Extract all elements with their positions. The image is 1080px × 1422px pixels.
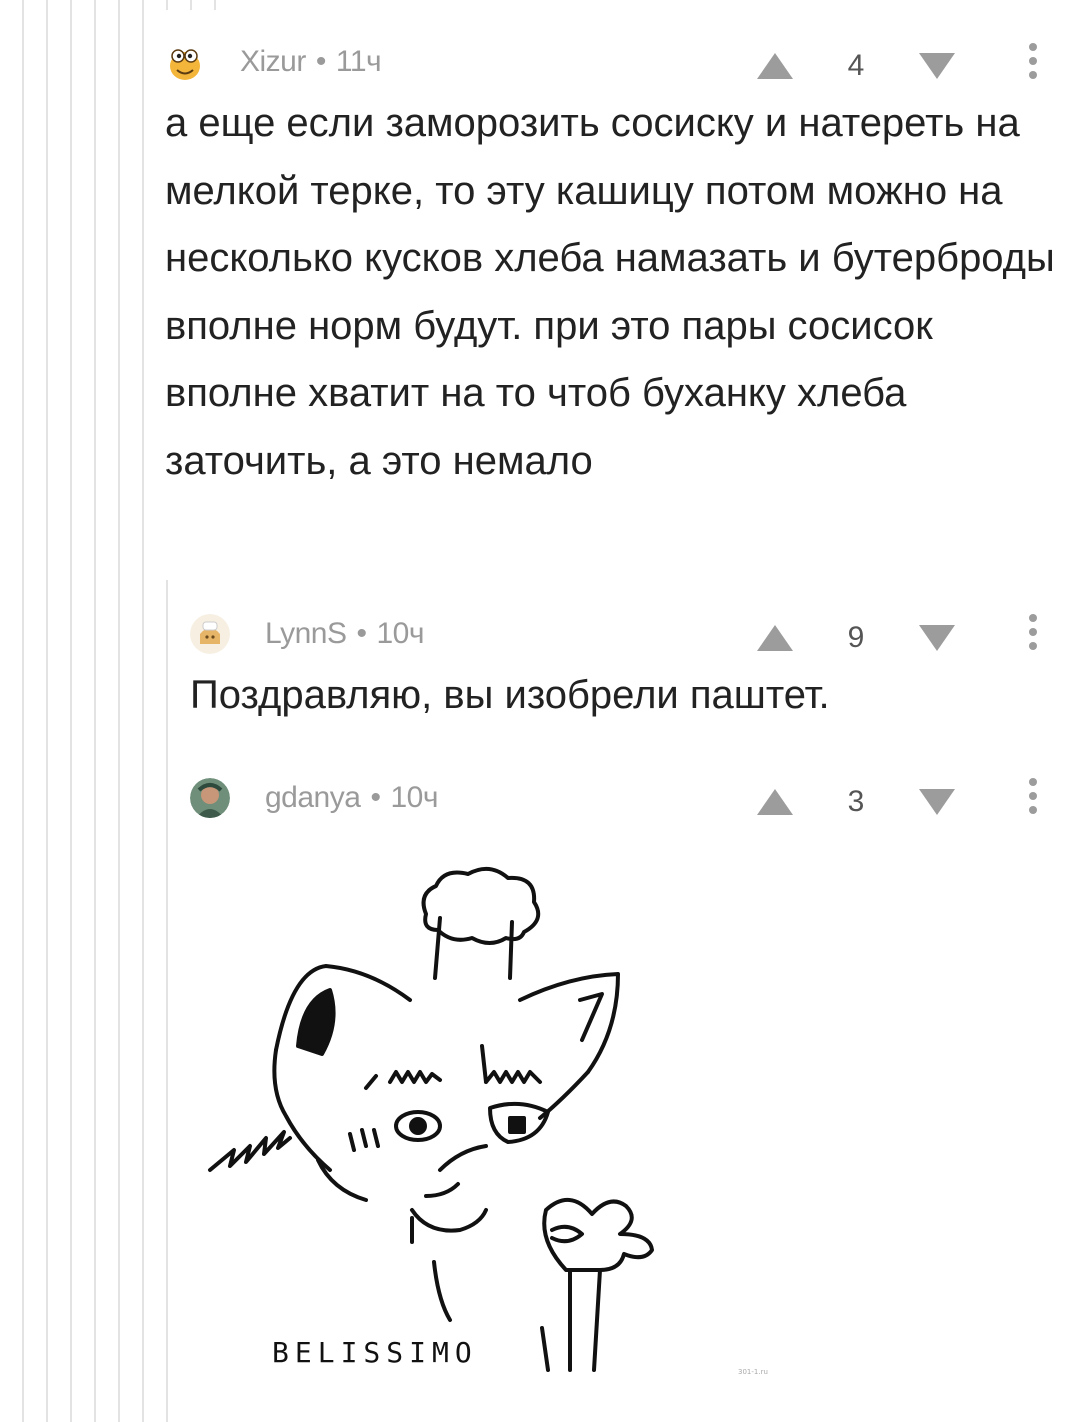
user-avatar[interactable]: [190, 778, 230, 818]
author-meta: LynnS • 10ч: [265, 617, 424, 651]
author-meta: gdanya • 10ч: [265, 781, 438, 815]
more-vertical-icon[interactable]: [1029, 43, 1037, 79]
thread-line: [166, 0, 168, 10]
meta-separator: •: [356, 617, 367, 650]
comment-header: gdanya • 10ч: [190, 774, 438, 822]
thread-line: [22, 0, 24, 1422]
user-avatar[interactable]: [190, 614, 230, 654]
user-avatar[interactable]: [165, 42, 205, 82]
thread-line: [166, 580, 168, 1422]
comment-time: 10ч: [390, 781, 438, 814]
author-meta: Xizur • 11ч: [240, 45, 382, 79]
vote-controls: 3: [757, 785, 955, 819]
comment-text: а еще если заморозить сосиску и натереть…: [165, 101, 1055, 483]
vote-score: 3: [847, 785, 865, 818]
image-caption: BELISSIMO: [272, 1336, 478, 1369]
more-vertical-icon[interactable]: [1029, 778, 1037, 814]
thread-line: [214, 0, 216, 10]
comment-text: Поздравляю, вы изобрели паштет.: [190, 673, 830, 717]
comment-image[interactable]: BELISSIMO 301-1.ru: [190, 850, 800, 1380]
upvote-arrow-icon[interactable]: [757, 53, 793, 79]
vote-score: 9: [847, 621, 865, 654]
comment-time: 10ч: [376, 617, 424, 650]
comment-time: 11ч: [335, 45, 382, 78]
comment-header: Xizur • 11ч: [165, 38, 382, 86]
thread-line: [46, 0, 48, 1422]
image-watermark: 301-1.ru: [738, 1368, 768, 1376]
downvote-arrow-icon[interactable]: [919, 625, 955, 651]
vote-score: 4: [847, 49, 865, 82]
vote-controls: 4: [757, 49, 955, 83]
thread-line: [94, 0, 96, 1422]
author-name[interactable]: LynnS: [265, 617, 347, 650]
thread-line: [118, 0, 120, 1422]
downvote-arrow-icon[interactable]: [919, 789, 955, 815]
downvote-arrow-icon[interactable]: [919, 53, 955, 79]
thread-line: [190, 0, 192, 10]
author-name[interactable]: Xizur: [240, 45, 306, 78]
upvote-arrow-icon[interactable]: [757, 625, 793, 651]
more-vertical-icon[interactable]: [1029, 614, 1037, 650]
meta-separator: •: [370, 781, 381, 814]
author-name[interactable]: gdanya: [265, 781, 361, 814]
meta-separator: •: [315, 45, 327, 78]
thread-line: [70, 0, 72, 1422]
comment-header: LynnS • 10ч: [190, 610, 424, 658]
upvote-arrow-icon[interactable]: [757, 789, 793, 815]
vote-controls: 9: [757, 621, 955, 655]
thread-line: [142, 0, 144, 1422]
